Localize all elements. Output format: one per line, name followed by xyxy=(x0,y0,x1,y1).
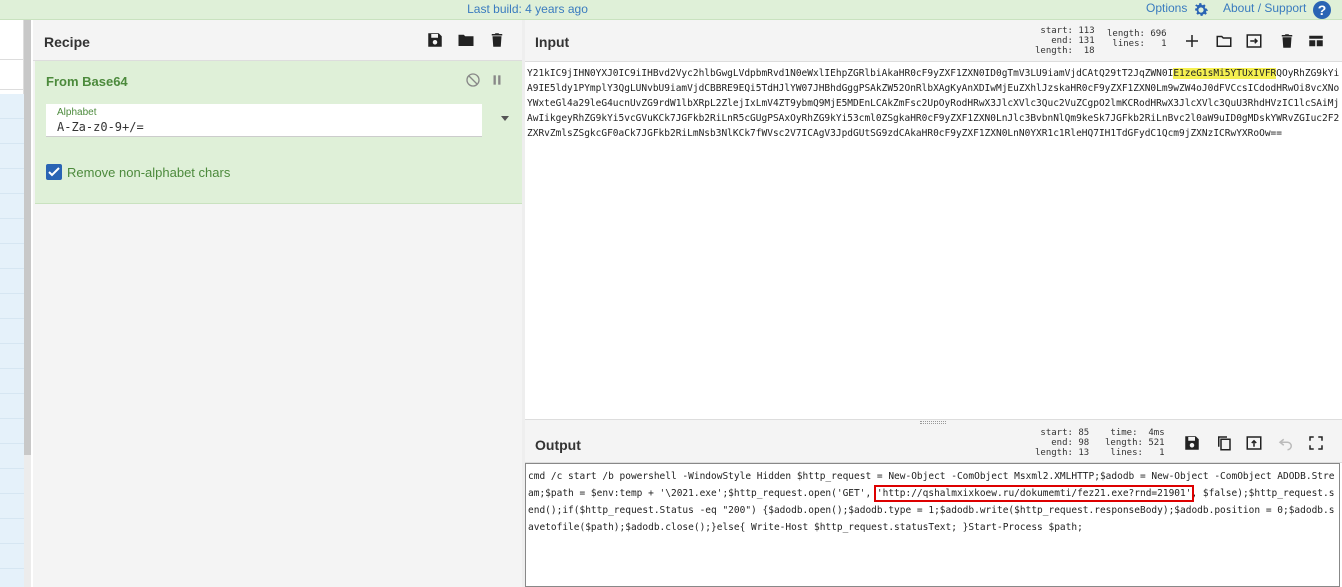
save-icon[interactable] xyxy=(426,31,444,49)
disable-icon[interactable] xyxy=(465,72,481,88)
save-icon[interactable] xyxy=(1183,434,1201,452)
trash-icon[interactable] xyxy=(1278,32,1296,50)
copy-icon[interactable] xyxy=(1215,434,1233,452)
operations-header xyxy=(0,20,24,60)
input-textarea[interactable]: Y21kIC9jIHN0YXJ0IC9iIHBvd2Vyc2hlbGwgLVdp… xyxy=(525,62,1342,419)
folder-icon[interactable] xyxy=(1215,32,1233,50)
folder-icon[interactable] xyxy=(457,31,475,49)
pause-icon[interactable] xyxy=(490,73,504,87)
output-selection-stats: start: 85 end: 98 length: 13 xyxy=(1035,428,1090,458)
alphabet-value: A-Za-z0-9+/= xyxy=(57,120,144,134)
output-header: Output start: 85 end: 98 length: 13 time… xyxy=(525,425,1342,463)
plus-icon[interactable] xyxy=(1183,32,1201,50)
operations-scrollbar[interactable] xyxy=(24,20,31,455)
replace-input-icon[interactable] xyxy=(1245,434,1263,452)
input-text-before: Y21kIC9jIHN0YXJ0IC9iIHBvd2Vyc2hlbGwgLVdp… xyxy=(527,68,1174,79)
about-support-link[interactable]: About / Support xyxy=(1223,1,1306,15)
operation-from-base64[interactable]: From Base64 Alphabet A-Za-z0-9+/= Remove… xyxy=(35,61,522,204)
gear-icon[interactable] xyxy=(1192,1,1210,19)
input-highlight: E1zeG1sMi5YTUxIVFR xyxy=(1173,68,1277,79)
last-build-text: Last build: 4 years ago xyxy=(467,2,588,16)
recipe-title: Recipe xyxy=(44,34,90,50)
layout-icon[interactable] xyxy=(1307,32,1325,50)
input-title: Input xyxy=(535,34,570,50)
output-length-stats: time: 4ms length: 521 lines: 1 xyxy=(1105,428,1165,458)
output-textarea[interactable]: cmd /c start /b powershell -WindowStyle … xyxy=(525,463,1340,587)
operations-list[interactable] xyxy=(0,94,24,587)
options-link[interactable]: Options xyxy=(1146,1,1187,15)
input-header: Input start: 113 end: 131 length: 18 len… xyxy=(525,20,1342,62)
input-selection-stats: start: 113 end: 131 length: 18 xyxy=(1035,26,1095,56)
operations-search[interactable] xyxy=(0,60,24,90)
recipe-header: Recipe xyxy=(33,20,523,61)
trash-icon[interactable] xyxy=(488,31,506,49)
output-url-highlight: 'http://qshalmxixkoew.ru/dokumemti/fez21… xyxy=(873,485,1195,502)
help-icon[interactable]: ? xyxy=(1313,1,1331,19)
remove-non-alphabet-label: Remove non-alphabet chars xyxy=(67,165,231,180)
operation-name: From Base64 xyxy=(46,74,128,89)
operations-scroll-track xyxy=(24,455,31,587)
chevron-down-icon[interactable] xyxy=(501,116,509,121)
maximize-icon[interactable] xyxy=(1307,434,1325,452)
alphabet-label: Alphabet xyxy=(57,107,97,118)
top-banner: Last build: 4 years ago Options About / … xyxy=(0,0,1342,20)
undo-icon[interactable] xyxy=(1277,434,1295,452)
file-input-icon[interactable] xyxy=(1245,32,1263,50)
operations-panel xyxy=(0,20,24,587)
alphabet-select[interactable]: Alphabet A-Za-z0-9+/= xyxy=(46,104,509,137)
input-length-stats: length: 696 lines: 1 xyxy=(1107,29,1167,49)
remove-non-alphabet-checkbox[interactable] xyxy=(46,164,62,180)
output-title: Output xyxy=(535,437,581,453)
